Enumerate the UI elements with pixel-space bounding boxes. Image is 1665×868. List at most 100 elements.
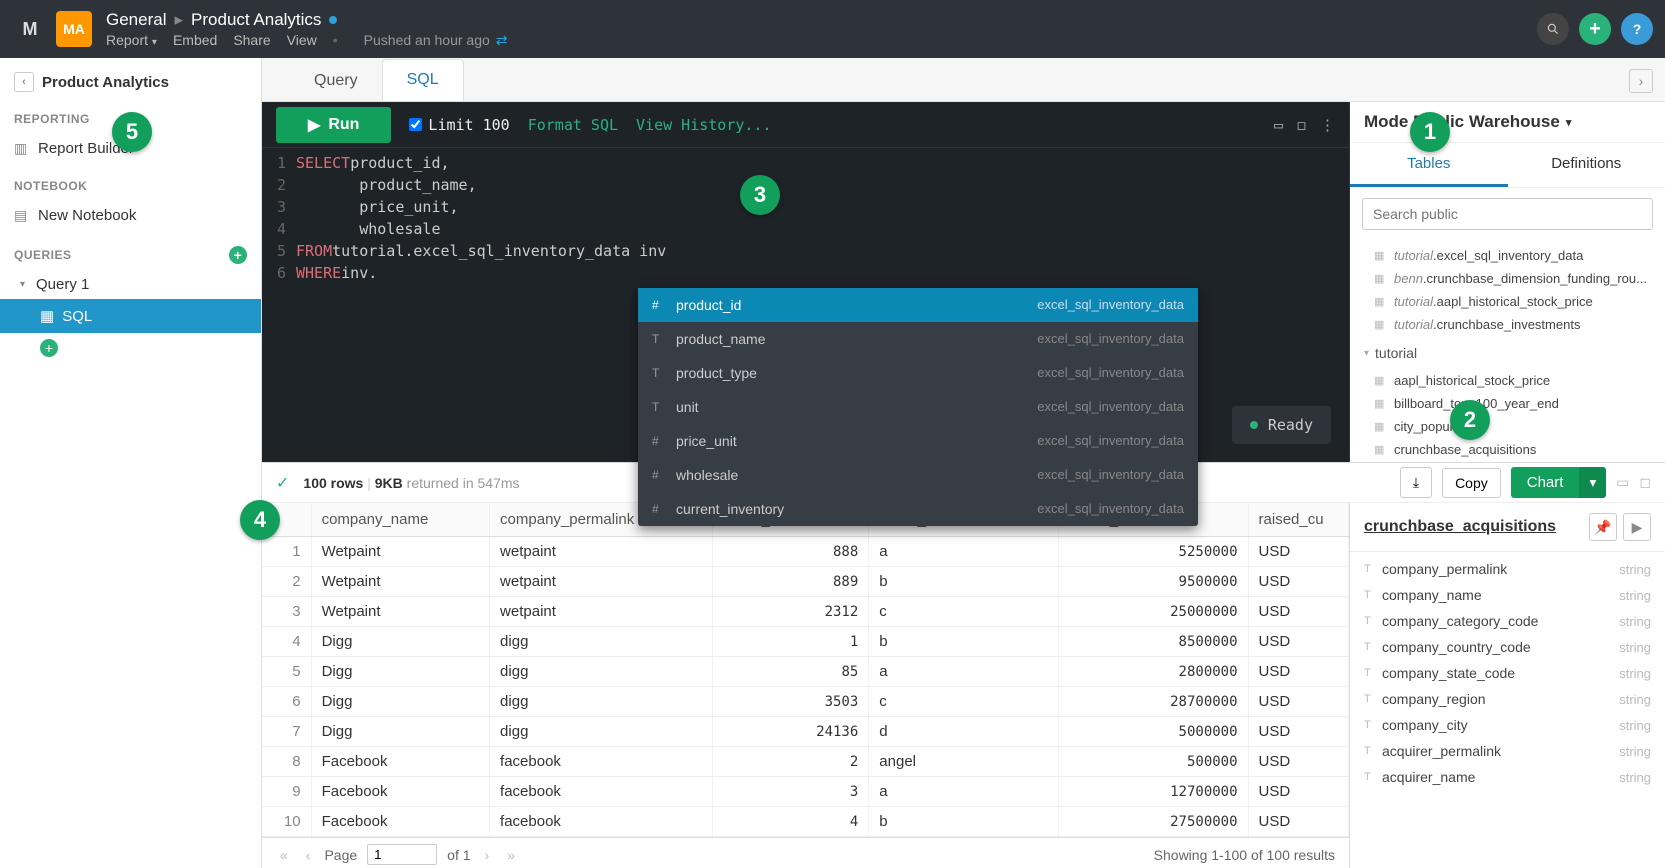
table-item[interactable]: ▦city_populations bbox=[1350, 415, 1665, 438]
table-row[interactable]: 3Wetpaintwetpaint2312c25000000USD bbox=[262, 597, 1349, 627]
autocomplete-item[interactable]: Tproduct_nameexcel_sql_inventory_data bbox=[638, 322, 1198, 356]
column-row[interactable]: Tacquirer_permalinkstring bbox=[1350, 738, 1665, 764]
menu-report[interactable]: Report ▾ bbox=[106, 32, 157, 48]
add-query-button[interactable]: + bbox=[229, 246, 247, 264]
table-icon: ▦ bbox=[1374, 397, 1388, 410]
tab-query[interactable]: Query bbox=[290, 61, 382, 101]
limit-checkbox[interactable]: Limit 100 bbox=[409, 116, 509, 134]
datasource-selector[interactable]: Mode Public Warehouse ▾ bbox=[1350, 102, 1665, 143]
format-sql-link[interactable]: Format SQL bbox=[528, 116, 618, 134]
table-item[interactable]: ▦tutorial.excel_sql_inventory_data bbox=[1350, 244, 1665, 267]
pin-button[interactable]: 📌 bbox=[1589, 513, 1617, 541]
breadcrumb-root[interactable]: General bbox=[106, 10, 166, 30]
pager-last[interactable]: » bbox=[503, 847, 519, 863]
pager-input[interactable] bbox=[367, 844, 437, 865]
download-button[interactable]: ⤓ bbox=[1400, 467, 1432, 498]
table-row[interactable]: 6Diggdigg3503c28700000USD bbox=[262, 687, 1349, 717]
schema-header[interactable]: ▾ tutorial bbox=[1350, 337, 1665, 365]
table-row[interactable]: 4Diggdigg1b8500000USD bbox=[262, 627, 1349, 657]
play-icon: ▶ bbox=[1632, 519, 1643, 536]
table-item[interactable]: ▦aapl_historical_stock_price bbox=[1350, 369, 1665, 392]
help-button[interactable]: ? bbox=[1621, 13, 1653, 45]
run-button[interactable]: ▶ Run bbox=[276, 107, 391, 143]
autocomplete-item[interactable]: #current_inventoryexcel_sql_inventory_da… bbox=[638, 492, 1198, 526]
column-header[interactable]: company_name bbox=[311, 503, 489, 537]
table-icon: ▦ bbox=[1374, 272, 1388, 285]
query-tree-root[interactable]: ▾ Query 1 bbox=[0, 270, 261, 299]
chart-button[interactable]: Chart bbox=[1511, 467, 1580, 498]
editor-more-icon[interactable]: ⋮ bbox=[1320, 116, 1335, 134]
pager-next[interactable]: › bbox=[481, 847, 494, 863]
column-row[interactable]: Tcompany_namestring bbox=[1350, 582, 1665, 608]
menu-view[interactable]: View bbox=[287, 32, 317, 48]
query-tree-child-sql[interactable]: ▦ SQL bbox=[0, 299, 261, 333]
pin-icon: 📌 bbox=[1594, 519, 1611, 536]
column-header[interactable]: raised_cu bbox=[1248, 503, 1348, 537]
column-panel: crunchbase_acquisitions 📌 ▶ Tcompany_per… bbox=[1349, 503, 1665, 868]
column-row[interactable]: Tcompany_citystring bbox=[1350, 712, 1665, 738]
minimize-editor-icon[interactable]: ▭ bbox=[1274, 116, 1283, 134]
autocomplete-item[interactable]: Tproduct_typeexcel_sql_inventory_data bbox=[638, 356, 1198, 390]
table-row[interactable]: 7Diggdigg24136d5000000USD bbox=[262, 717, 1349, 747]
code-area[interactable]: 1SELECT product_id, 2 product_name, 3 pr… bbox=[262, 148, 1349, 288]
column-row[interactable]: Tcompany_category_codestring bbox=[1350, 608, 1665, 634]
main-area: Query SQL › ▶ Run Limit 100 Format SQL V… bbox=[262, 58, 1665, 868]
schema-search-input[interactable] bbox=[1362, 198, 1653, 230]
type-icon: T bbox=[1364, 771, 1382, 783]
table-item[interactable]: ▦tutorial.crunchbase_investments bbox=[1350, 313, 1665, 336]
table-item[interactable]: ▦billboard_top_100_year_end bbox=[1350, 392, 1665, 415]
table-item[interactable]: ▦benn.crunchbase_dimension_funding_rou..… bbox=[1350, 267, 1665, 290]
sql-icon: ▦ bbox=[40, 307, 54, 325]
column-row[interactable]: Tcompany_permalinkstring bbox=[1350, 556, 1665, 582]
add-button[interactable]: + bbox=[1579, 13, 1611, 45]
column-row[interactable]: Tcompany_regionstring bbox=[1350, 686, 1665, 712]
table-row[interactable]: 9Facebookfacebook3a12700000USD bbox=[262, 777, 1349, 807]
breadcrumb-current[interactable]: Product Analytics bbox=[191, 10, 321, 30]
table-icon: ▦ bbox=[1374, 318, 1388, 331]
table-item[interactable]: ▦tutorial.aapl_historical_stock_price bbox=[1350, 290, 1665, 313]
data-grid[interactable]: company_namecompany_permalinkround_idrou… bbox=[262, 503, 1349, 868]
minimize-results-icon[interactable]: ▭ bbox=[1616, 474, 1629, 491]
add-sql-button[interactable]: + bbox=[40, 339, 58, 357]
table-item[interactable]: ▦crunchbase_acquisitions bbox=[1350, 438, 1665, 461]
search-button[interactable] bbox=[1537, 13, 1569, 45]
preview-button[interactable]: ▶ bbox=[1623, 513, 1651, 541]
table-row[interactable]: 10Facebookfacebook4b27500000USD bbox=[262, 807, 1349, 837]
maximize-results-icon[interactable]: ◻ bbox=[1639, 474, 1651, 491]
chart-dropdown[interactable]: ▾ bbox=[1579, 467, 1606, 498]
back-button[interactable]: ‹ bbox=[14, 72, 34, 92]
autocomplete-item[interactable]: #wholesaleexcel_sql_inventory_data bbox=[638, 458, 1198, 492]
sidebar-item-new-notebook[interactable]: ▤ New Notebook bbox=[0, 199, 261, 232]
sync-icon[interactable]: ⇄ bbox=[496, 32, 508, 49]
copy-button[interactable]: Copy bbox=[1442, 468, 1501, 498]
caret-down-icon: ▾ bbox=[1364, 348, 1369, 359]
tab-sql[interactable]: SQL bbox=[382, 59, 464, 101]
limit-checkbox-input[interactable] bbox=[409, 118, 422, 131]
type-icon: # bbox=[652, 294, 676, 316]
topbar: M MA General ▸ Product Analytics Report … bbox=[0, 0, 1665, 58]
table-row[interactable]: 5Diggdigg85a2800000USD bbox=[262, 657, 1349, 687]
column-row[interactable]: Tcompany_country_codestring bbox=[1350, 634, 1665, 660]
menu-share[interactable]: Share bbox=[233, 32, 270, 48]
column-row[interactable]: Tacquirer_namestring bbox=[1350, 764, 1665, 790]
table-row[interactable]: 8Facebookfacebook2angel500000USD bbox=[262, 747, 1349, 777]
maximize-editor-icon[interactable]: ◻ bbox=[1297, 116, 1306, 134]
autocomplete-item[interactable]: #price_unitexcel_sql_inventory_data bbox=[638, 424, 1198, 458]
forward-button[interactable]: › bbox=[1629, 69, 1653, 93]
panel-tab-definitions[interactable]: Definitions bbox=[1508, 143, 1665, 187]
autocomplete-item[interactable]: #product_idexcel_sql_inventory_data bbox=[638, 288, 1198, 322]
table-row[interactable]: 2Wetpaintwetpaint889b9500000USD bbox=[262, 567, 1349, 597]
autocomplete-popup[interactable]: #product_idexcel_sql_inventory_dataTprod… bbox=[638, 288, 1198, 526]
column-panel-title[interactable]: crunchbase_acquisitions bbox=[1364, 518, 1556, 536]
table-row[interactable]: 1Wetpaintwetpaint888a5250000USD bbox=[262, 537, 1349, 567]
column-row[interactable]: Tcompany_state_codestring bbox=[1350, 660, 1665, 686]
app-logo[interactable]: M bbox=[12, 11, 48, 47]
sql-editor[interactable]: ▶ Run Limit 100 Format SQL View History.… bbox=[262, 102, 1349, 462]
view-history-link[interactable]: View History... bbox=[636, 116, 771, 134]
type-icon: T bbox=[1364, 693, 1382, 705]
workspace-avatar[interactable]: MA bbox=[56, 11, 92, 47]
pager-first[interactable]: « bbox=[276, 847, 292, 863]
autocomplete-item[interactable]: Tunitexcel_sql_inventory_data bbox=[638, 390, 1198, 424]
pager-prev[interactable]: ‹ bbox=[302, 847, 315, 863]
menu-embed[interactable]: Embed bbox=[173, 32, 217, 48]
